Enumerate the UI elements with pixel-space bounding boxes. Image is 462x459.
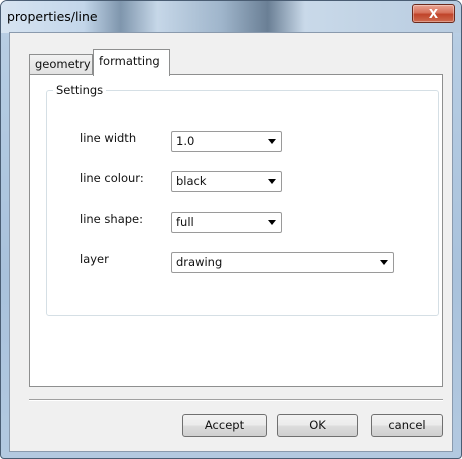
settings-groupbox: Settings line width 1.0 line colour: bla… <box>46 83 439 316</box>
dialog-window: properties/line X geometry formatting Se… <box>0 0 462 459</box>
layer-value: drawing <box>176 255 223 269</box>
chevron-down-icon <box>268 179 276 184</box>
line-shape-value: full <box>176 215 194 229</box>
layer-label: layer <box>80 252 109 266</box>
accept-button[interactable]: Accept <box>182 414 267 437</box>
line-width-label: line width <box>80 131 137 145</box>
line-shape-select[interactable]: full <box>171 212 282 233</box>
layer-select[interactable]: drawing <box>171 252 394 273</box>
line-colour-value: black <box>176 174 207 188</box>
line-colour-select[interactable]: black <box>171 171 282 192</box>
line-width-select[interactable]: 1.0 <box>171 131 282 152</box>
ok-button[interactable]: OK <box>277 414 358 437</box>
footer-divider <box>29 399 443 401</box>
tab-geometry[interactable]: geometry <box>29 54 93 75</box>
dialog-client-area: geometry formatting Settings line width … <box>9 32 453 452</box>
chevron-down-icon <box>380 260 388 265</box>
chevron-down-icon <box>268 220 276 225</box>
cancel-button[interactable]: cancel <box>371 414 443 437</box>
close-icon: X <box>428 6 439 21</box>
line-width-value: 1.0 <box>176 134 195 148</box>
settings-group-label: Settings <box>53 83 107 97</box>
tab-formatting[interactable]: formatting <box>93 49 170 76</box>
close-button[interactable]: X <box>412 4 455 23</box>
title-bar[interactable]: properties/line X <box>1 1 461 33</box>
line-colour-label: line colour: <box>80 171 144 185</box>
chevron-down-icon <box>268 139 276 144</box>
line-shape-label: line shape: <box>80 212 143 226</box>
window-title: properties/line <box>7 9 98 24</box>
formatting-panel: Settings line width 1.0 line colour: bla… <box>29 74 443 387</box>
